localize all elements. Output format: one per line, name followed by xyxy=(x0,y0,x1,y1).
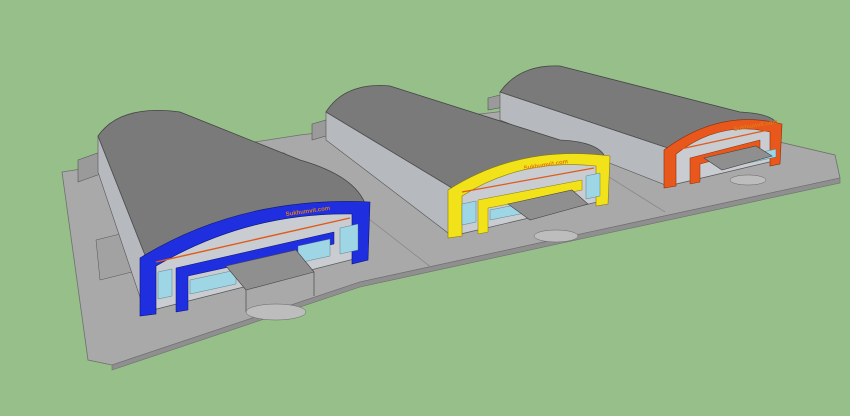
warehouse-render-scene: Sukhumvit.com Sukhumvit.com Sukhumvit.co… xyxy=(0,0,850,416)
